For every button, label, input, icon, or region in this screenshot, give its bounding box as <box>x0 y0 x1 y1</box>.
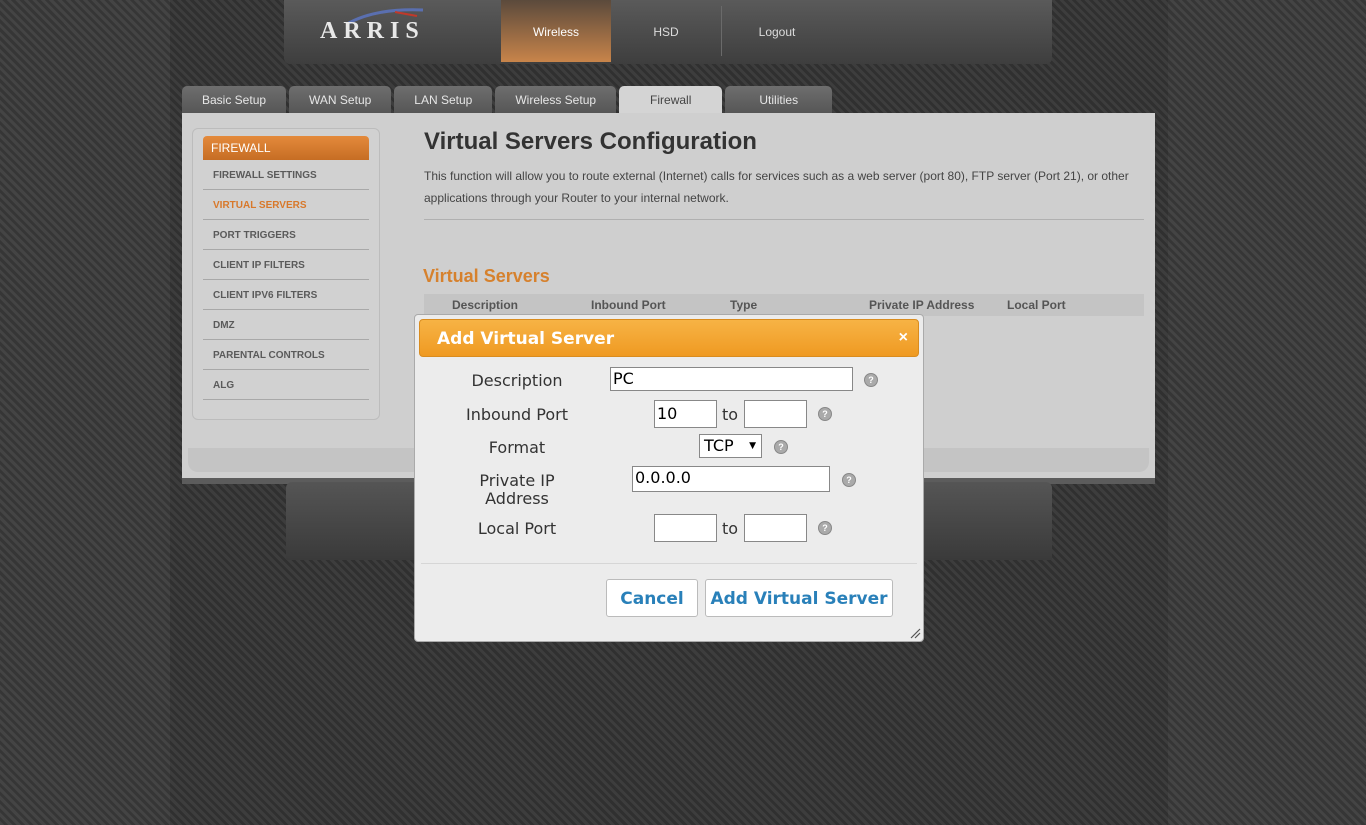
local-port-help-icon[interactable]: ? <box>818 521 832 535</box>
local-to-label: to <box>722 519 739 538</box>
sidebar-item-virtual-servers[interactable]: VIRTUAL SERVERS <box>203 190 369 220</box>
sidebar-item-client-ip-filters[interactable]: CLIENT IP FILTERS <box>203 250 369 280</box>
close-icon[interactable]: × <box>899 329 908 347</box>
private-ip-label-line2: Address <box>485 489 549 508</box>
sidebar-item-alg[interactable]: ALG <box>203 370 369 400</box>
page-description: This function will allow you to route ex… <box>424 169 1129 205</box>
column-description: Description <box>452 298 519 312</box>
top-nav: Wireless HSD Logout <box>501 0 832 62</box>
description-help-icon[interactable]: ? <box>864 373 878 387</box>
section-title: Virtual Servers <box>423 266 550 286</box>
page-title: Virtual Servers Configuration <box>424 128 757 155</box>
table-header: Description Inbound Port Type Private IP… <box>424 294 1144 316</box>
add-virtual-server-dialog: Add Virtual Server × Description PC ? In… <box>414 314 924 642</box>
inbound-to-label: to <box>722 405 739 424</box>
sidebar-item-dmz[interactable]: DMZ <box>203 310 369 340</box>
sidebar-item-client-ipv6-filters[interactable]: CLIENT IPV6 FILTERS <box>203 280 369 310</box>
private-ip-field[interactable]: 0.0.0.0 <box>632 466 830 492</box>
column-inbound-port: Inbound Port <box>591 298 666 312</box>
column-local-port: Local Port <box>1007 298 1066 312</box>
tab-utilities[interactable]: Utilities <box>725 86 833 113</box>
arris-logo: ARRIS <box>320 18 425 44</box>
private-ip-label-line1: Private IP <box>479 471 555 490</box>
format-help-icon[interactable]: ? <box>774 440 788 454</box>
sidebar-item-firewall-settings[interactable]: FIREWALL SETTINGS <box>203 160 369 190</box>
inbound-port-label: Inbound Port <box>465 405 569 424</box>
column-private-ip: Private IP Address <box>869 298 975 312</box>
cancel-button[interactable]: Cancel <box>606 579 698 617</box>
format-select[interactable]: TCP ▼ <box>699 434 762 458</box>
description-label: Description <box>471 371 563 390</box>
resize-grip-icon[interactable] <box>909 627 921 639</box>
section-tabs: Basic Setup WAN Setup LAN Setup Wireless… <box>182 86 835 114</box>
local-port-label: Local Port <box>477 519 557 538</box>
tab-lan-setup[interactable]: LAN Setup <box>394 86 493 113</box>
dialog-title: Add Virtual Server <box>437 329 615 349</box>
description-field[interactable]: PC <box>610 367 853 391</box>
divider <box>424 219 1144 220</box>
sidebar-item-parental-controls[interactable]: PARENTAL CONTROLS <box>203 340 369 370</box>
dialog-header: Add Virtual Server × <box>419 319 919 357</box>
dropdown-arrow-icon: ▼ <box>749 441 756 451</box>
firewall-sidebar: FIREWALL FIREWALL SETTINGS VIRTUAL SERVE… <box>192 128 380 420</box>
local-port-from-field[interactable] <box>654 514 717 542</box>
inbound-port-from-field[interactable]: 10 <box>654 400 717 428</box>
column-type: Type <box>730 298 758 312</box>
add-virtual-server-button[interactable]: Add Virtual Server <box>705 579 893 617</box>
tab-wan-setup[interactable]: WAN Setup <box>289 86 392 113</box>
sidebar-header: FIREWALL <box>203 136 369 160</box>
format-label: Format <box>488 438 546 457</box>
private-ip-help-icon[interactable]: ? <box>842 473 856 487</box>
inbound-port-to-field[interactable] <box>744 400 807 428</box>
format-selected-value: TCP <box>704 436 734 455</box>
tab-wireless-setup[interactable]: Wireless Setup <box>495 86 617 113</box>
top-nav-hsd[interactable]: HSD <box>611 0 721 62</box>
tab-firewall[interactable]: Firewall <box>619 86 723 113</box>
local-port-to-field[interactable] <box>744 514 807 542</box>
top-nav-wireless[interactable]: Wireless <box>501 0 611 62</box>
inbound-port-help-icon[interactable]: ? <box>818 407 832 421</box>
dialog-divider <box>421 563 917 564</box>
tab-basic-setup[interactable]: Basic Setup <box>182 86 287 113</box>
sidebar-item-port-triggers[interactable]: PORT TRIGGERS <box>203 220 369 250</box>
top-nav-logout[interactable]: Logout <box>722 0 832 62</box>
